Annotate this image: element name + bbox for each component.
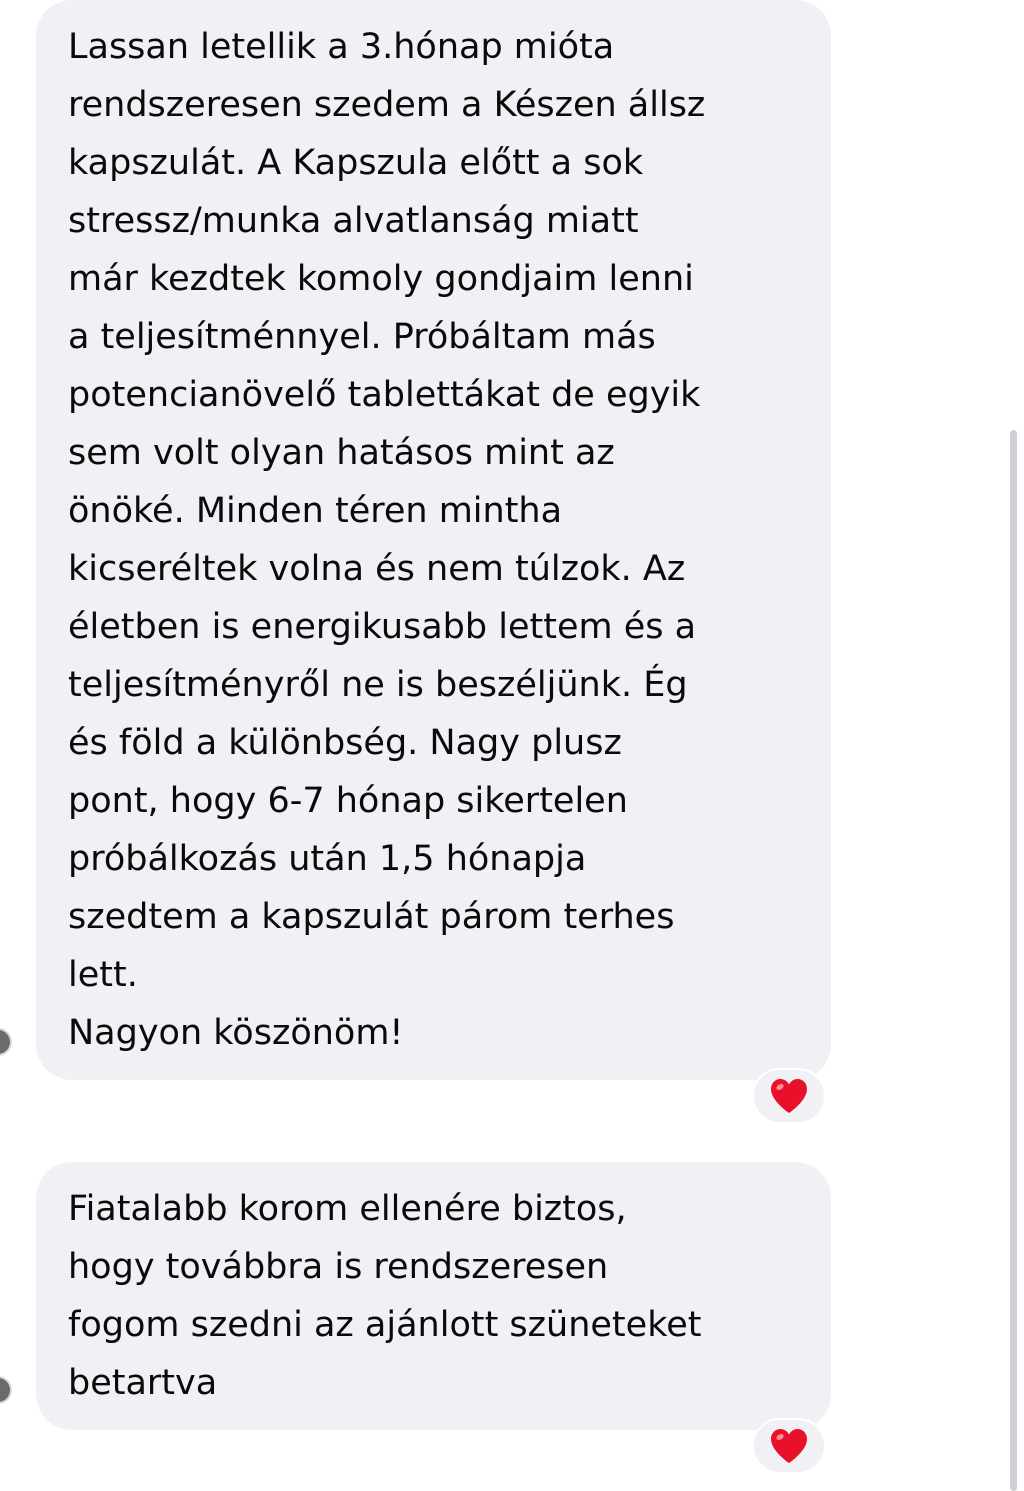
message-reaction-1[interactable] [752,1068,826,1124]
sender-avatar[interactable] [0,1028,12,1056]
heart-icon [771,1429,807,1463]
message-text-1: Lassan letellik a 3.hónap mióta rendszer… [68,27,706,1053]
message-bubble-1[interactable]: Lassan letellik a 3.hónap mióta rendszer… [36,0,831,1080]
message-reaction-2[interactable] [752,1418,826,1474]
message-bubble-2[interactable]: Fiatalabb korom ellenére biztos, hogy to… [36,1162,831,1430]
sender-avatar[interactable] [0,1376,12,1404]
heart-icon [771,1079,807,1113]
scrollbar[interactable] [1010,430,1017,1491]
message-text-2: Fiatalabb korom ellenére biztos, hogy to… [68,1189,702,1403]
